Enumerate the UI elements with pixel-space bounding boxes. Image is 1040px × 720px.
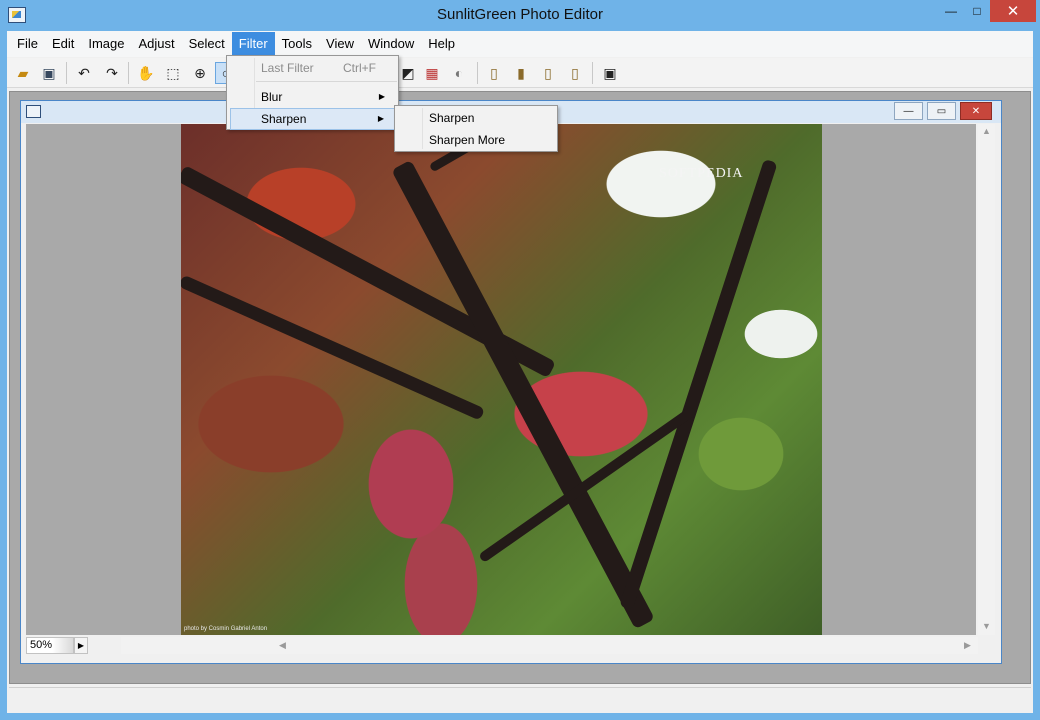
filter-menu-dropdown: Last Filter Ctrl+F Blur ▶ Sharpen ▶ — [226, 55, 399, 130]
submenu-arrow-icon: ▶ — [378, 92, 385, 101]
menu-item-shortcut: Ctrl+F — [343, 61, 376, 75]
scroll-left-icon[interactable]: ◀ — [279, 640, 286, 651]
close-button[interactable]: ✕ — [990, 0, 1036, 22]
submenu-arrow-icon: ▶ — [377, 114, 384, 123]
document-icon — [26, 105, 41, 118]
submenu-item-sharpen[interactable]: Sharpen — [398, 108, 554, 129]
window-controls: — □ ✕ — [938, 0, 1036, 22]
zoom-level-field[interactable]: 50% — [26, 637, 74, 654]
menu-adjust[interactable]: Adjust — [132, 32, 182, 56]
sharpen-submenu: Sharpen Sharpen More — [394, 105, 558, 152]
brightness-icon[interactable]: ◐ — [448, 62, 470, 84]
menu-edit[interactable]: Edit — [45, 32, 81, 56]
undo-icon[interactable]: ↶ — [73, 62, 95, 84]
marquee-icon[interactable]: ⬚ — [162, 62, 184, 84]
scroll-down-icon[interactable]: ▼ — [982, 621, 991, 631]
fullscreen-icon[interactable]: ▣ — [599, 62, 621, 84]
color-balance-icon[interactable]: ▦ — [421, 62, 443, 84]
workspace: — ▭ ✕ SOFTPEDIA photo by Cosmin Gabriel … — [9, 91, 1031, 684]
zoom-dropdown-icon[interactable]: ▶ — [74, 637, 88, 654]
menu-separator — [256, 81, 397, 82]
app-window: SunlitGreen Photo Editor — □ ✕ File Edit… — [0, 0, 1040, 720]
scroll-up-icon[interactable]: ▲ — [982, 126, 991, 136]
toolbar: ▰ ▣ ↶ ↷ ✋ ⬚ ⊕ ○ ◩ ▦ ◐ ▯ ▮ ▯ ▯ ▣ — [7, 58, 1033, 88]
maximize-button[interactable]: □ — [964, 0, 990, 22]
save-icon[interactable]: ▣ — [38, 62, 60, 84]
horizontal-scrollbar[interactable]: ◀ ▶ — [121, 637, 978, 654]
status-bar — [9, 687, 1031, 711]
menu-file[interactable]: File — [10, 32, 45, 56]
hand-icon[interactable]: ✋ — [135, 62, 157, 84]
menu-tools[interactable]: Tools — [275, 32, 319, 56]
menu-item-label: Blur — [261, 90, 283, 104]
document-window: — ▭ ✕ SOFTPEDIA photo by Cosmin Gabriel … — [20, 100, 1002, 664]
photo: SOFTPEDIA photo by Cosmin Gabriel Anton — [181, 124, 822, 635]
menu-select[interactable]: Select — [182, 32, 232, 56]
menu-item-last-filter[interactable]: Last Filter Ctrl+F — [230, 57, 395, 79]
image-canvas[interactable]: SOFTPEDIA photo by Cosmin Gabriel Anton — [26, 124, 976, 635]
menu-item-sharpen[interactable]: Sharpen ▶ — [230, 108, 395, 130]
levels-icon[interactable]: ◩ — [397, 62, 419, 84]
menu-item-label: Sharpen — [261, 112, 307, 126]
minimize-button[interactable]: — — [938, 0, 964, 22]
menu-image[interactable]: Image — [81, 32, 131, 56]
menu-filter[interactable]: Filter — [231, 32, 275, 56]
document-close-button[interactable]: ✕ — [960, 102, 992, 120]
frame-2-icon[interactable]: ▮ — [510, 62, 532, 84]
submenu-item-sharpen-more[interactable]: Sharpen More — [398, 130, 554, 151]
menu-view[interactable]: View — [319, 32, 361, 56]
menu-bar: File Edit Image Adjust Select Filter Too… — [7, 31, 1033, 57]
zoom-icon[interactable]: ⊕ — [189, 62, 211, 84]
softpedia-watermark: SOFTPEDIA — [659, 166, 744, 181]
open-icon[interactable]: ▰ — [12, 62, 34, 84]
vertical-scrollbar[interactable]: ▲ ▼ — [978, 124, 995, 635]
window-title: SunlitGreen Photo Editor — [437, 6, 603, 23]
menu-window[interactable]: Window — [361, 32, 421, 56]
frame-4-icon[interactable]: ▯ — [564, 62, 586, 84]
menu-help[interactable]: Help — [421, 32, 462, 56]
document-minimize-button[interactable]: — — [894, 102, 923, 120]
photo-credit: photo by Cosmin Gabriel Anton — [184, 626, 268, 632]
document-restore-button[interactable]: ▭ — [927, 102, 956, 120]
menu-item-label: Last Filter — [261, 61, 314, 75]
frame-1-icon[interactable]: ▯ — [483, 62, 505, 84]
menu-item-blur[interactable]: Blur ▶ — [230, 86, 395, 108]
frame-3-icon[interactable]: ▯ — [537, 62, 559, 84]
redo-icon[interactable]: ↷ — [101, 62, 123, 84]
title-bar[interactable]: SunlitGreen Photo Editor — □ ✕ — [0, 0, 1040, 31]
scroll-right-icon[interactable]: ▶ — [964, 640, 971, 651]
